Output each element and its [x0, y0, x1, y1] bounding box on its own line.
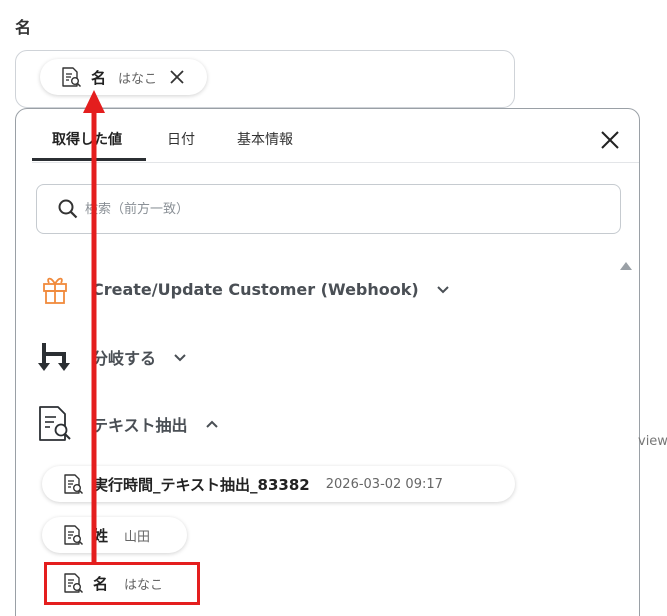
background-text-fragment: view — [638, 434, 667, 449]
arrow-head — [83, 90, 105, 113]
annotation-arrow — [83, 90, 105, 562]
